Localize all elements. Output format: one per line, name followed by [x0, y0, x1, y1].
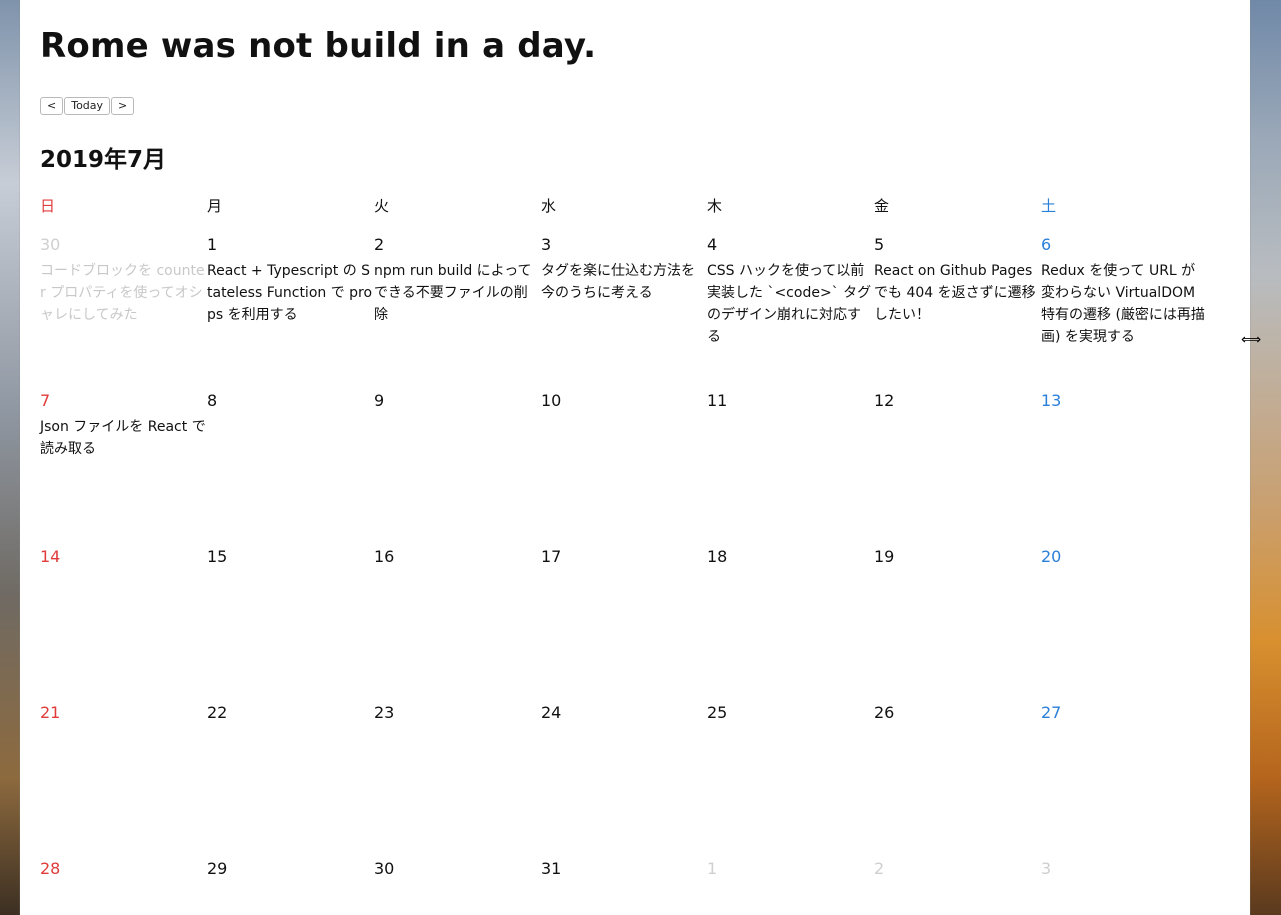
calendar-day-cell[interactable]: 13 [1041, 391, 1207, 410]
browser-window: Rome was not build in a day. < Today > 2… [20, 0, 1250, 915]
day-number: 10 [541, 391, 562, 410]
calendar-day-cell[interactable]: 31 [541, 859, 707, 878]
calendar-day-cell[interactable]: 18 [707, 547, 873, 566]
day-number: 13 [1041, 391, 1062, 410]
calendar-day-cell[interactable]: 29 [207, 859, 373, 878]
day-number: 14 [40, 547, 61, 566]
calendar-day-cell[interactable]: 8 [207, 391, 373, 410]
calendar-day-cell[interactable]: 30 [374, 859, 540, 878]
day-number: 17 [541, 547, 562, 566]
calendar-day-cell[interactable]: 3 [1041, 859, 1207, 878]
calendar-day-cell[interactable]: 3 タグを楽に仕込む方法を今のうちに考える [541, 235, 707, 304]
day-number: 2 [874, 859, 885, 878]
calendar-event[interactable]: React + Typescript の Stateless Function … [207, 260, 373, 326]
day-number: 5 [874, 235, 885, 254]
calendar-event[interactable]: Redux を使って URL が変わらない VirtualDOM 特有の遷移 (… [1041, 260, 1207, 348]
calendar-day-cell[interactable]: 27 [1041, 703, 1207, 722]
day-number: 2 [374, 235, 385, 254]
next-month-button[interactable]: > [111, 97, 135, 115]
day-number: 11 [707, 391, 728, 410]
day-number: 29 [207, 859, 228, 878]
day-number: 22 [207, 703, 228, 722]
calendar-day-cell[interactable]: 20 [1041, 547, 1207, 566]
calendar-day-cell[interactable]: 2 [874, 859, 1040, 878]
page-title: Rome was not build in a day. [40, 26, 597, 66]
day-number: 21 [40, 703, 61, 722]
month-title: 2019年7月 [40, 147, 167, 173]
calendar-day-cell[interactable]: 24 [541, 703, 707, 722]
calendar-day-cell[interactable]: 1 [707, 859, 873, 878]
day-number: 3 [541, 235, 552, 254]
day-number: 4 [707, 235, 718, 254]
calendar-event[interactable]: CSS ハックを使って以前実装した `<code>` タグのデザイン崩れに対応す… [707, 260, 873, 348]
calendar-event[interactable]: タグを楽に仕込む方法を今のうちに考える [541, 260, 707, 304]
calendar-day-cell[interactable]: 12 [874, 391, 1040, 410]
calendar-day-cell[interactable]: 23 [374, 703, 540, 722]
calendar-day-cell[interactable]: 15 [207, 547, 373, 566]
calendar-day-cell[interactable]: 21 [40, 703, 206, 722]
day-number: 31 [541, 859, 562, 878]
weekday-header: 日月火水木金土 [40, 195, 1240, 215]
calendar-day-cell[interactable]: 14 [40, 547, 206, 566]
calendar-day-cell[interactable]: 2 npm run build によってできる不要ファイルの削除 [374, 235, 540, 326]
day-number: 30 [40, 235, 61, 254]
calendar-day-cell[interactable]: 11 [707, 391, 873, 410]
weekday-label: 土 [1041, 197, 1057, 215]
calendar-day-cell[interactable]: 5 React on Github Pages でも 404 を返さずに遷移したい… [874, 235, 1040, 326]
calendar-event[interactable]: Json ファイルを React で読み取る [40, 416, 206, 460]
calendar-day-cell[interactable]: 30 コードブロックを counter プロパティを使ってオシャレにしてみた [40, 235, 206, 326]
weekday-label: 月 [207, 197, 223, 215]
calendar-event[interactable]: コードブロックを counter プロパティを使ってオシャレにしてみた [40, 260, 206, 326]
day-number: 1 [207, 235, 218, 254]
day-number: 28 [40, 859, 61, 878]
day-number: 8 [207, 391, 218, 410]
day-number: 23 [374, 703, 395, 722]
calendar-event[interactable]: npm run build によってできる不要ファイルの削除 [374, 260, 540, 326]
calendar-day-cell[interactable]: 22 [207, 703, 373, 722]
calendar-day-cell[interactable]: 26 [874, 703, 1040, 722]
calendar-nav: < Today > [40, 97, 135, 115]
day-number: 20 [1041, 547, 1062, 566]
prev-month-button[interactable]: < [40, 97, 64, 115]
day-number: 25 [707, 703, 728, 722]
desktop-background-right [1250, 0, 1281, 915]
calendar-day-cell[interactable]: 7 Json ファイルを React で読み取る [40, 391, 206, 460]
day-number: 24 [541, 703, 562, 722]
weekday-label: 水 [541, 197, 557, 215]
resize-horizontal-cursor-icon: ⟺ [1241, 332, 1262, 348]
day-number: 3 [1041, 859, 1052, 878]
day-number: 12 [874, 391, 895, 410]
day-number: 18 [707, 547, 728, 566]
day-number: 19 [874, 547, 895, 566]
day-number: 26 [874, 703, 895, 722]
day-number: 6 [1041, 235, 1052, 254]
calendar-day-cell[interactable]: 10 [541, 391, 707, 410]
day-number: 9 [374, 391, 385, 410]
calendar-day-cell[interactable]: 25 [707, 703, 873, 722]
weekday-label: 金 [874, 197, 890, 215]
weekday-label: 日 [40, 197, 56, 215]
today-button[interactable]: Today [64, 97, 111, 115]
weekday-label: 火 [374, 197, 390, 215]
calendar-day-cell[interactable]: 6 Redux を使って URL が変わらない VirtualDOM 特有の遷移 … [1041, 235, 1207, 348]
day-number: 30 [374, 859, 395, 878]
calendar-event[interactable]: React on Github Pages でも 404 を返さずに遷移したい！ [874, 260, 1040, 326]
calendar-day-cell[interactable]: 17 [541, 547, 707, 566]
calendar-day-cell[interactable]: 28 [40, 859, 206, 878]
calendar-day-cell[interactable]: 1 React + Typescript の Stateless Function… [207, 235, 373, 326]
calendar-day-cell[interactable]: 4 CSS ハックを使って以前実装した `<code>` タグのデザイン崩れに対応… [707, 235, 873, 348]
desktop-background-left [0, 0, 20, 915]
weekday-label: 木 [707, 197, 723, 215]
calendar-day-cell[interactable]: 9 [374, 391, 540, 410]
day-number: 27 [1041, 703, 1062, 722]
day-number: 16 [374, 547, 395, 566]
day-number: 7 [40, 391, 51, 410]
day-number: 1 [707, 859, 718, 878]
calendar-day-cell[interactable]: 19 [874, 547, 1040, 566]
calendar-day-cell[interactable]: 16 [374, 547, 540, 566]
day-number: 15 [207, 547, 228, 566]
